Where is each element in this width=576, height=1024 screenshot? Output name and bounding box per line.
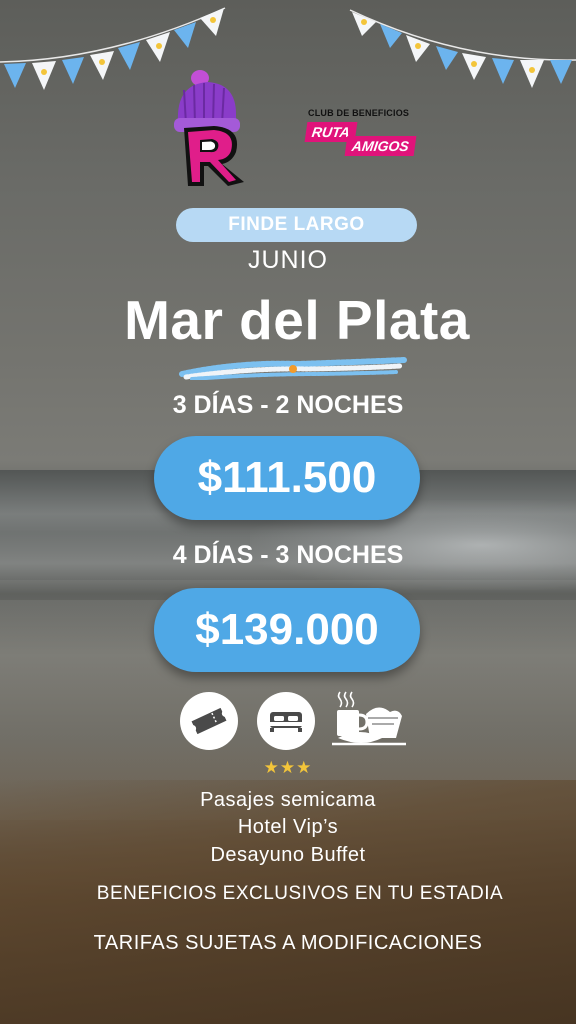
breakfast-icon: [332, 691, 406, 746]
club-amigos-label: AMIGOS: [344, 136, 417, 156]
beanie-icon: [174, 70, 244, 186]
bed-icon: [257, 692, 315, 750]
promo-month: JUNIO: [248, 246, 328, 274]
club-title: CLUB DE BENEFICIOS: [308, 108, 410, 118]
amenity-item-hotel: Hotel Vip’s: [237, 816, 339, 838]
club-ruta-amigos-badge: CLUB DE BENEFICIOS RUTA AMIGOS: [304, 106, 434, 166]
hotel-star-rating: ★★★: [263, 758, 313, 777]
package-2-price: $139.000: [154, 588, 420, 672]
benefits-note: BENEFICIOS EXCLUSIVOS EN TU ESTADIA: [96, 883, 504, 904]
argentina-flag-bunting: [0, 7, 576, 90]
package-1-price: $111.500: [154, 436, 420, 520]
package-2-duration: 4 DÍAS - 3 NOCHES: [172, 541, 404, 569]
ticket-icon: [180, 692, 238, 750]
brand-logo: [170, 70, 260, 188]
promo-tag: FINDE LARGO: [176, 208, 417, 242]
amenity-item-transport: Pasajes semicama: [200, 789, 376, 811]
rates-disclaimer: TARIFAS SUJETAS A MODIFICACIONES: [93, 932, 483, 954]
destination-title: Mar del Plata: [124, 289, 470, 351]
package-1-duration: 3 DÍAS - 2 NOCHES: [172, 391, 404, 419]
argentina-flag-brushstroke: [179, 357, 407, 380]
amenity-item-breakfast: Desayuno Buffet: [210, 844, 366, 866]
